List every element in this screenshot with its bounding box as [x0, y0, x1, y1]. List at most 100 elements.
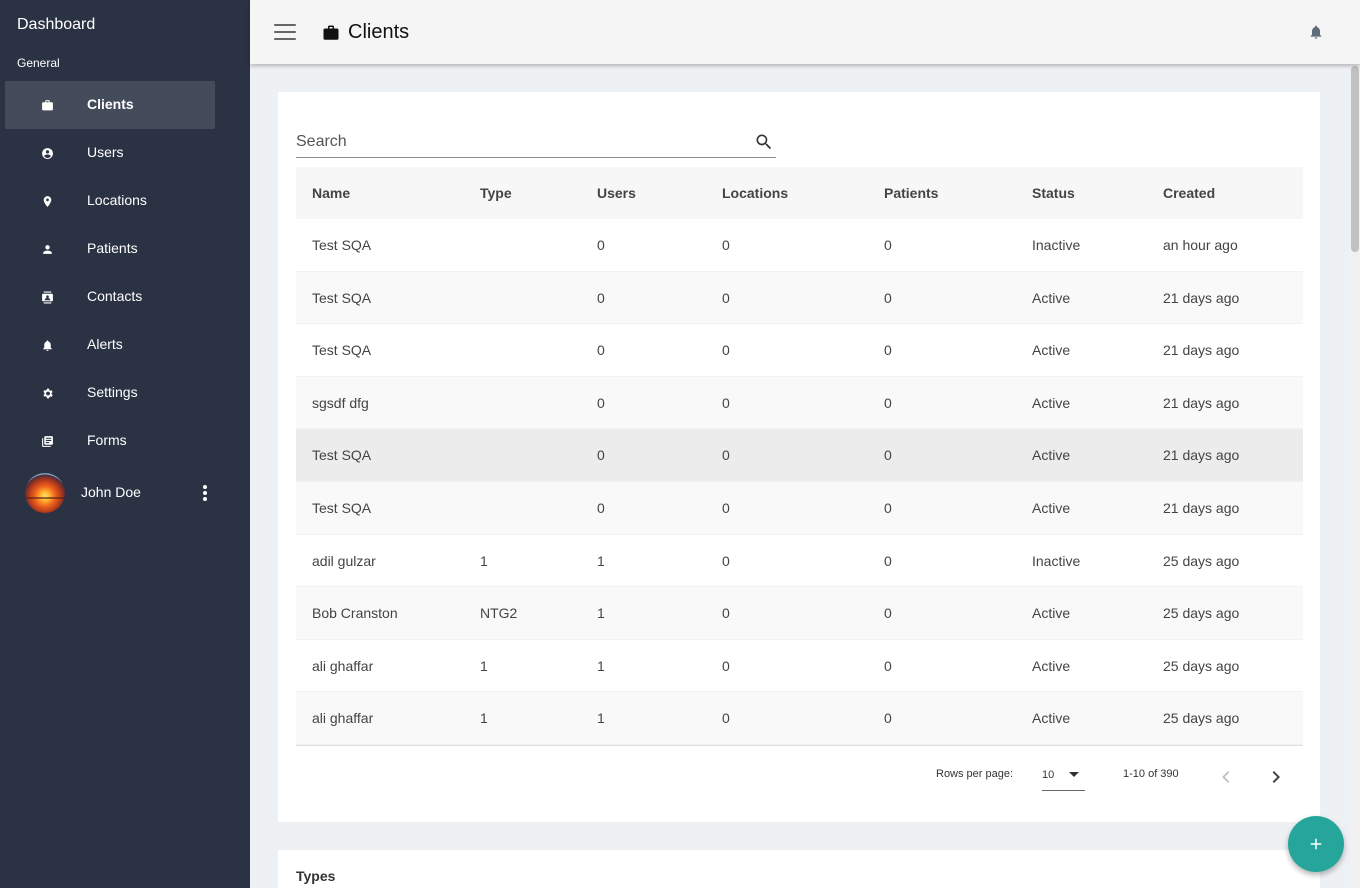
map-pin-icon	[41, 195, 54, 208]
cell-type: 1	[480, 710, 488, 727]
cell-status: Active	[1032, 342, 1071, 359]
add-client-button[interactable]	[1288, 816, 1344, 872]
scrollbar-thumb[interactable]	[1351, 66, 1359, 252]
cell-created: 25 days ago	[1163, 552, 1240, 569]
cell-type: 1	[480, 657, 488, 674]
sidebar-item-label: Settings	[87, 384, 138, 400]
cell-patients: 0	[884, 657, 892, 674]
table-row[interactable]: Test SQA 0 0 0 Inactive an hour ago	[296, 219, 1303, 272]
bell-icon	[41, 339, 54, 352]
sidebar-item-locations[interactable]: Locations	[5, 177, 215, 225]
cell-status: Active	[1032, 657, 1071, 674]
column-header-locations[interactable]: Locations	[722, 185, 788, 201]
avatar[interactable]	[25, 473, 65, 513]
dropdown-caret-icon	[1069, 772, 1079, 777]
cell-locations: 0	[722, 710, 730, 727]
table-row[interactable]: ali ghaffar 1 1 0 0 Active 25 days ago	[296, 692, 1303, 745]
sidebar-item-clients[interactable]: Clients	[5, 81, 215, 129]
table-header: Name Type Users Locations Patients Statu…	[296, 167, 1303, 219]
cell-users: 1	[597, 657, 605, 674]
table-row[interactable]: Bob Cranston NTG2 1 0 0 Active 25 days ago	[296, 587, 1303, 640]
sidebar-item-contacts[interactable]: Contacts	[5, 273, 215, 321]
contact-card-icon	[41, 291, 54, 304]
sidebar-item-label: Clients	[87, 96, 134, 112]
rows-per-page-label: Rows per page:	[936, 768, 1014, 780]
clients-table: Name Type Users Locations Patients Statu…	[296, 167, 1303, 746]
briefcase-icon	[322, 24, 340, 42]
cell-created: 25 days ago	[1163, 657, 1240, 674]
sidebar-item-label: Alerts	[87, 336, 123, 352]
cell-name: ali ghaffar	[312, 657, 374, 674]
cell-users: 1	[597, 552, 605, 569]
cell-locations: 0	[722, 394, 730, 411]
cell-created: 25 days ago	[1163, 605, 1240, 622]
sidebar-item-label: Locations	[87, 192, 147, 208]
sidebar-item-patients[interactable]: Patients	[5, 225, 215, 273]
cell-created: 21 days ago	[1163, 342, 1240, 359]
cell-users: 0	[597, 447, 605, 464]
cell-status: Active	[1032, 605, 1071, 622]
search-field[interactable]	[296, 126, 776, 158]
user-profile[interactable]: John Doe	[25, 473, 215, 513]
cell-locations: 0	[722, 605, 730, 622]
cell-users: 1	[597, 605, 605, 622]
cell-locations: 0	[722, 552, 730, 569]
sidebar: Dashboard General Clients Users Location…	[0, 0, 250, 888]
cell-locations: 0	[722, 289, 730, 306]
next-page-icon[interactable]	[1264, 765, 1288, 789]
search-input[interactable]	[296, 126, 736, 156]
types-card-title: Types	[296, 868, 336, 884]
plus-icon	[1310, 838, 1322, 850]
cell-status: Active	[1032, 499, 1071, 516]
cell-users: 0	[597, 289, 605, 306]
table-row[interactable]: adil gulzar 1 1 0 0 Inactive 25 days ago	[296, 534, 1303, 588]
cell-name: Test SQA	[312, 342, 372, 359]
cell-users: 0	[597, 342, 605, 359]
table-row[interactable]: Test SQA 0 0 0 Active 21 days ago	[296, 429, 1303, 482]
cell-created: 25 days ago	[1163, 710, 1240, 727]
menu-icon[interactable]	[274, 24, 296, 40]
account-circle-icon	[41, 147, 54, 160]
table-row[interactable]: ali ghaffar 1 1 0 0 Active 25 days ago	[296, 639, 1303, 693]
column-header-type[interactable]: Type	[480, 185, 512, 201]
column-header-status[interactable]: Status	[1032, 185, 1075, 201]
cell-patients: 0	[884, 552, 892, 569]
cell-name: Test SQA	[312, 499, 372, 516]
column-header-users[interactable]: Users	[597, 185, 636, 201]
cell-name: Test SQA	[312, 447, 372, 464]
sidebar-section-label: General	[17, 56, 60, 70]
table-row[interactable]: Test SQA 0 0 0 Active 21 days ago	[296, 271, 1303, 325]
page-scrollbar[interactable]	[1350, 64, 1360, 888]
notifications-bell-icon[interactable]	[1308, 24, 1324, 40]
sidebar-item-label: Contacts	[87, 288, 143, 304]
cell-users: 0	[597, 394, 605, 411]
cell-name: Bob Cranston	[312, 605, 398, 622]
column-header-patients[interactable]: Patients	[884, 185, 938, 201]
cell-status: Active	[1032, 289, 1071, 306]
previous-page-icon[interactable]	[1214, 765, 1238, 789]
table-row[interactable]: sgsdf dfg 0 0 0 Active 21 days ago	[296, 376, 1303, 430]
sidebar-item-users[interactable]: Users	[5, 129, 215, 177]
cell-locations: 0	[722, 499, 730, 516]
cell-name: Test SQA	[312, 289, 372, 306]
cell-users: 0	[597, 499, 605, 516]
sidebar-item-alerts[interactable]: Alerts	[5, 321, 215, 369]
search-icon[interactable]	[754, 132, 774, 152]
more-options-icon[interactable]	[197, 483, 213, 503]
rows-per-page-value: 10	[1042, 769, 1055, 781]
cell-locations: 0	[722, 657, 730, 674]
cell-type: NTG2	[480, 605, 518, 622]
table-row[interactable]: Test SQA 0 0 0 Active 21 days ago	[296, 481, 1303, 535]
sidebar-item-settings[interactable]: Settings	[5, 369, 215, 417]
column-header-name[interactable]: Name	[312, 185, 350, 201]
types-card: Types	[278, 850, 1320, 888]
pagination-range: 1-10 of 390	[1123, 768, 1179, 780]
sidebar-nav: Clients Users Locations Patients Contact…	[5, 81, 215, 465]
rows-per-page-select[interactable]: 10	[1042, 759, 1085, 791]
table-row[interactable]: Test SQA 0 0 0 Active 21 days ago	[296, 324, 1303, 377]
sidebar-item-label: Patients	[87, 240, 138, 256]
column-header-created[interactable]: Created	[1163, 185, 1215, 201]
sidebar-item-forms[interactable]: Forms	[5, 417, 215, 465]
cell-users: 1	[597, 710, 605, 727]
cell-locations: 0	[722, 237, 730, 253]
